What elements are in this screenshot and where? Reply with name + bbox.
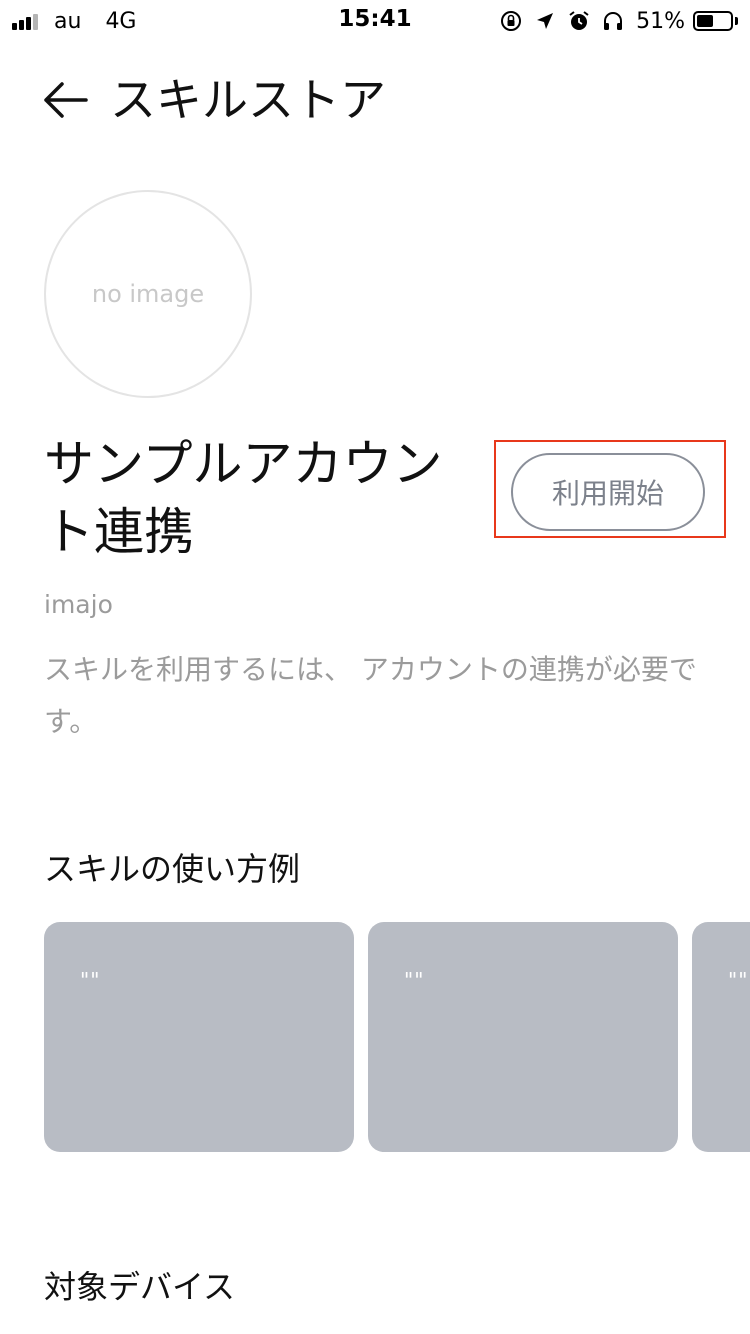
battery-tip	[735, 17, 738, 25]
location-arrow-icon	[534, 10, 556, 32]
quote-mark: ""	[404, 968, 425, 992]
battery-icon	[693, 11, 733, 31]
skill-title: サンプルアカウント連携	[44, 435, 443, 561]
nav-bar: スキルストア	[0, 60, 750, 140]
devices-section-title: 対象デバイス	[44, 1268, 236, 1306]
quote-mark: ""	[80, 968, 101, 992]
status-bar: au 4G 15:41 51%	[0, 0, 750, 40]
no-image-placeholder: no image	[91, 280, 205, 308]
quote-mark: ""	[728, 968, 749, 992]
arrow-left-icon	[40, 80, 90, 124]
start-button[interactable]: 利用開始	[511, 453, 705, 531]
skill-image: no image	[44, 190, 252, 398]
examples-section-title: スキルの使い方例	[44, 850, 301, 888]
orientation-lock-icon	[500, 10, 522, 32]
status-right: 51%	[488, 6, 738, 36]
alarm-icon	[568, 10, 590, 32]
example-card[interactable]: ""	[368, 922, 678, 1152]
page-title: スキルストア	[110, 73, 386, 127]
headphones-icon	[602, 10, 624, 32]
battery-level-fill	[697, 15, 713, 27]
battery-percent: 51%	[636, 8, 685, 34]
example-card[interactable]: ""	[44, 922, 354, 1152]
examples-carousel[interactable]: "" "" ""	[44, 922, 750, 1152]
example-card[interactable]: ""	[692, 922, 750, 1152]
back-button[interactable]	[40, 78, 96, 126]
skill-developer: imajo	[44, 590, 113, 619]
skill-description: スキルを利用するには、 アカウントの連携が必要です。	[44, 653, 697, 738]
